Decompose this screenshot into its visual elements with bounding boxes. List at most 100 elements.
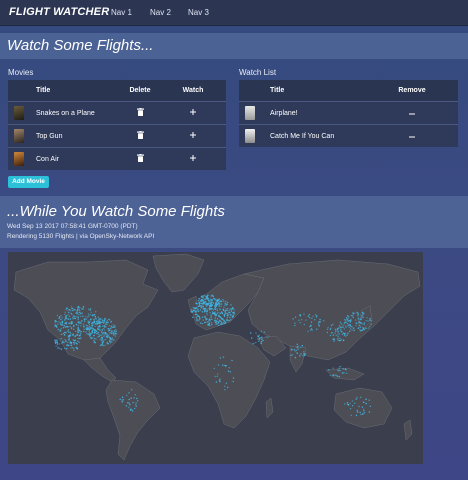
flight-dot: [95, 338, 97, 340]
minus-icon[interactable]: [409, 113, 415, 115]
movies-label: Movies: [8, 68, 34, 77]
flight-dot: [307, 315, 309, 317]
flight-status: Rendering 5130 Flights | via OpenSky-Net…: [7, 233, 155, 240]
flight-dot: [211, 318, 213, 320]
flight-dot: [99, 318, 101, 320]
watchlist-table-header: Title Remove: [239, 80, 458, 102]
flight-dot: [215, 323, 217, 325]
flight-dot: [358, 405, 360, 408]
flight-dot: [347, 317, 349, 320]
minus-icon[interactable]: [409, 136, 415, 138]
flight-dot: [322, 320, 325, 322]
add-movie-button[interactable]: Add Movie: [8, 176, 49, 188]
flight-dot: [135, 405, 137, 407]
flight-dot: [360, 413, 362, 416]
flight-dot: [88, 329, 91, 331]
flight-dot: [77, 324, 79, 327]
flight-dot: [78, 341, 80, 344]
flight-map[interactable]: [8, 252, 423, 464]
flight-dot: [349, 402, 351, 404]
flight-dot: [99, 324, 101, 327]
flight-dot: [230, 310, 233, 312]
flight-dot: [213, 367, 215, 370]
watchlist-title: Catch Me If You Can: [261, 124, 366, 147]
flight-dot: [63, 324, 65, 327]
flight-dot: [199, 301, 201, 304]
flight-dot: [303, 355, 305, 357]
flight-dot: [57, 347, 59, 350]
flight-dot: [131, 389, 133, 391]
column-delete: Delete: [120, 80, 160, 102]
flight-dot: [111, 337, 114, 339]
flight-dot: [113, 333, 115, 336]
flight-dot: [338, 340, 341, 342]
flight-dot: [355, 398, 357, 400]
flight-dot: [130, 397, 132, 399]
plus-icon[interactable]: [190, 155, 196, 161]
flight-dot: [99, 339, 101, 341]
trash-icon[interactable]: [136, 154, 144, 162]
flight-dot: [342, 339, 345, 342]
flight-dot: [206, 310, 209, 312]
flight-dot: [361, 329, 364, 331]
plus-icon[interactable]: [190, 109, 196, 115]
flight-dot: [206, 297, 209, 299]
flight-dot: [66, 347, 68, 350]
flight-dot: [308, 317, 311, 319]
flight-dot: [55, 325, 58, 327]
flight-dot: [340, 330, 342, 332]
flight-dot: [60, 328, 62, 330]
flight-dot: [259, 337, 261, 339]
flight-dot: [121, 399, 124, 401]
flight-dot: [355, 324, 357, 327]
flight-dot: [209, 302, 211, 304]
flight-dot: [111, 341, 113, 343]
flight-dot: [348, 326, 351, 328]
flight-dot: [109, 342, 112, 344]
flight-dot: [87, 327, 89, 329]
flight-dot: [370, 320, 373, 322]
flight-dot: [112, 324, 115, 326]
flight-dot: [262, 339, 264, 342]
nav-link-1[interactable]: Nav 1: [111, 8, 132, 17]
flight-dot: [228, 311, 231, 314]
flight-dot: [341, 333, 344, 336]
flight-dot: [348, 404, 350, 406]
flight-dot: [202, 319, 204, 321]
trash-icon[interactable]: [136, 108, 144, 116]
flight-dot: [346, 322, 349, 325]
flight-dot: [355, 414, 358, 417]
flight-dot: [205, 295, 207, 298]
flight-dot: [267, 336, 269, 338]
flight-dot: [351, 326, 353, 328]
flight-dot: [67, 344, 69, 346]
flight-dot: [194, 310, 196, 313]
flight-dot: [365, 320, 367, 322]
flight-dot: [91, 324, 94, 327]
flight-dot: [77, 316, 80, 318]
flight-dot: [344, 332, 347, 334]
flight-dot: [210, 302, 213, 304]
flight-dot: [232, 314, 235, 317]
nav-link-2[interactable]: Nav 2: [150, 8, 171, 17]
movie-poster-snakes: [14, 106, 24, 120]
flight-dot: [67, 335, 70, 338]
flight-dot: [342, 324, 344, 326]
flight-dot: [368, 411, 371, 413]
flight-dot: [354, 319, 357, 321]
flight-dot: [210, 316, 212, 318]
flight-dot: [111, 330, 114, 332]
flight-dot: [330, 324, 333, 327]
flight-dot: [209, 320, 212, 322]
flight-dot: [222, 298, 224, 301]
flight-dot: [219, 301, 221, 303]
flight-dot: [93, 322, 95, 324]
trash-icon[interactable]: [136, 131, 144, 139]
flight-dot: [199, 298, 201, 300]
flight-dot: [78, 314, 80, 316]
flight-dot: [314, 314, 317, 316]
nav-link-3[interactable]: Nav 3: [188, 8, 209, 17]
plus-icon[interactable]: [190, 132, 196, 138]
flight-dot: [332, 323, 334, 326]
brand-logo[interactable]: FLIGHT WATCHER: [9, 6, 109, 18]
